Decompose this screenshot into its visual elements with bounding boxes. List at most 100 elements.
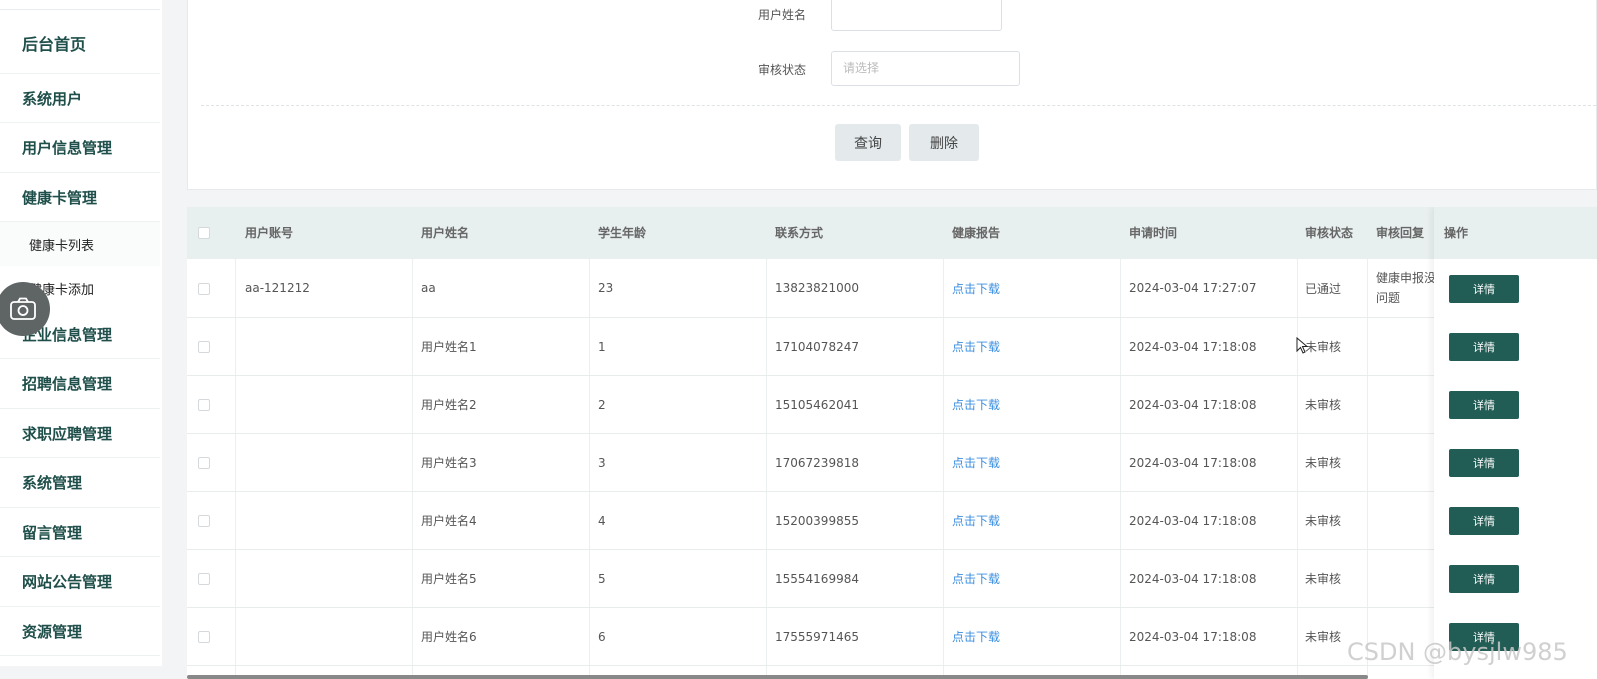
sidebar-item-home[interactable]: 后台首页 [0,12,160,74]
delete-button[interactable]: 删除 [909,124,979,161]
row-checkbox[interactable] [198,515,210,527]
table-cell [1376,550,1436,607]
cell-name: aa [421,281,436,295]
table-cell: 2024-03-04 17:18:08 [1129,434,1256,491]
row-checkbox[interactable] [198,573,210,585]
sidebar-item-label: 健康卡管理 [22,188,98,207]
table-cell: 用户姓名3 [421,434,477,491]
status-select[interactable]: 请选择 [831,51,1020,86]
name-input[interactable] [831,0,1002,31]
sidebar-item-announcements[interactable]: 网站公告管理 [0,557,160,607]
sidebar-item-messages[interactable]: 留言管理 [0,508,160,557]
table-cell: 6 [598,608,606,665]
table-row: 用户姓名3 3 17067239818 点击下载 2024-03-04 17:18:08… [187,434,1597,492]
divider [201,105,1597,106]
table-cell: 2024-03-04 17:18:08 [1129,318,1256,375]
cell-age: 2 [598,397,606,412]
sidebar-item-system-admin[interactable]: 系统管理 [0,458,160,508]
cell-report-link[interactable]: 点击下载 [952,280,1000,297]
cell-time: 2024-03-04 17:18:08 [1129,629,1257,644]
detail-button[interactable]: 详情 [1449,449,1519,477]
detail-button[interactable]: 详情 [1449,391,1519,419]
table-cell: 15200399855 [775,492,859,549]
cell-time: 2024-03-04 17:18:08 [1129,571,1257,586]
cell-status: 未审核 [1305,340,1342,354]
sidebar-item-health-card[interactable]: 健康卡管理 [0,173,160,222]
sidebar-item-label: 系统管理 [22,474,83,492]
sidebar-item-label: 求职应聘管理 [22,424,113,443]
column-header: 联系方式 [775,226,824,240]
table-cell: 用户姓名1 [421,318,477,375]
row-checkbox[interactable] [198,631,210,643]
cell-status: 未审核 [1305,630,1342,644]
column-header: 健康报告 [952,226,1001,240]
table-cell: 用户姓名2 [421,376,477,433]
table-cell: aa-121212 [245,259,310,317]
row-checkbox[interactable] [198,282,210,295]
search-panel: 用户姓名 审核状态 请选择 查询 删除 [187,0,1597,190]
horizontal-scrollbar[interactable] [187,675,1368,679]
action-column: 操作 详情 详情 详情 详情 详情 详情 详情 [1434,207,1597,679]
row-checkbox[interactable] [198,341,210,353]
cell-report-link[interactable]: 点击下载 [952,338,1000,355]
table-row: aa-121212 aa 23 13823821000 点击下载 2024-03-04 1… [187,259,1597,318]
table-cell: 未审核 [1305,434,1341,491]
cell-age: 5 [598,571,606,586]
cell-report-link[interactable]: 点击下载 [952,512,1000,529]
table-cell: 13823821000 [775,259,859,317]
table-cell: 点击下载 [952,318,1000,375]
cell-report-link[interactable]: 点击下载 [952,570,1000,587]
table-cell: 用户姓名4 [421,492,477,549]
detail-button[interactable]: 详情 [1449,507,1519,535]
query-button[interactable]: 查询 [835,124,901,161]
sidebar-subitem-health-card-list[interactable]: 健康卡列表 [0,222,160,266]
table-cell: 已通过 [1305,259,1341,317]
table-header: 用户账号 用户姓名 学生年龄 联系方式 健康报告 申请时间 审核状态 审核回复 … [187,207,1597,259]
detail-button[interactable]: 详情 [1449,333,1519,361]
sidebar-item-label: 用户信息管理 [22,139,113,157]
table-cell: 17555971465 [775,608,859,665]
table-cell: 点击下载 [952,376,1000,433]
table-cell [1376,376,1436,433]
cell-report-link[interactable]: 点击下载 [952,396,1000,413]
cell-name: 用户姓名3 [421,456,477,470]
sidebar-item-system-users[interactable]: 系统用户 [0,74,160,123]
table-cell: 2 [598,376,606,433]
cell-status: 未审核 [1305,514,1342,528]
cell-time: 2024-03-04 17:18:08 [1129,397,1257,412]
cell-status: 未审核 [1305,456,1342,470]
cell-age: 3 [598,455,606,470]
mouse-cursor-icon [1296,336,1310,359]
cell-time: 2024-03-04 17:18:08 [1129,339,1257,354]
cell-time: 2024-03-04 17:18:08 [1129,455,1257,470]
data-table: 用户账号 用户姓名 学生年龄 联系方式 健康报告 申请时间 审核状态 审核回复 … [187,207,1597,679]
detail-button[interactable]: 详情 [1449,274,1519,303]
cell-phone: 13823821000 [775,281,859,295]
table-cell: 未审核 [1305,318,1341,375]
column-header: 审核状态 [1305,226,1354,240]
sidebar-item-job-application[interactable]: 求职应聘管理 [0,409,160,458]
table-cell: 2024-03-04 17:27:07 [1129,259,1256,317]
detail-button[interactable]: 详情 [1449,565,1519,593]
sidebar-item-user-info[interactable]: 用户信息管理 [0,123,160,173]
row-checkbox[interactable] [198,457,210,469]
table-cell: 未审核 [1305,492,1341,549]
select-all-checkbox[interactable] [198,227,210,239]
cell-phone: 17104078247 [775,339,859,354]
table-cell: 用户姓名6 [421,608,477,665]
cell-report-link[interactable]: 点击下载 [952,454,1000,471]
sidebar-item-label: 系统用户 [22,89,83,108]
table-cell: 17067239818 [775,434,859,491]
sidebar-item-recruitment[interactable]: 招聘信息管理 [0,359,160,409]
cell-phone: 15105462041 [775,397,859,412]
table-cell: aa [421,259,436,317]
sidebar-item-resources[interactable]: 资源管理 [0,607,160,656]
cell-name: 用户姓名5 [421,572,477,586]
cell-status: 已通过 [1305,281,1342,296]
cell-report-link[interactable]: 点击下载 [952,628,1000,645]
column-header: 申请时间 [1129,226,1178,240]
sidebar-item-label: 资源管理 [22,622,83,641]
cell-name: 用户姓名6 [421,630,477,644]
cell-name: 用户姓名1 [421,340,477,354]
row-checkbox[interactable] [198,399,210,411]
